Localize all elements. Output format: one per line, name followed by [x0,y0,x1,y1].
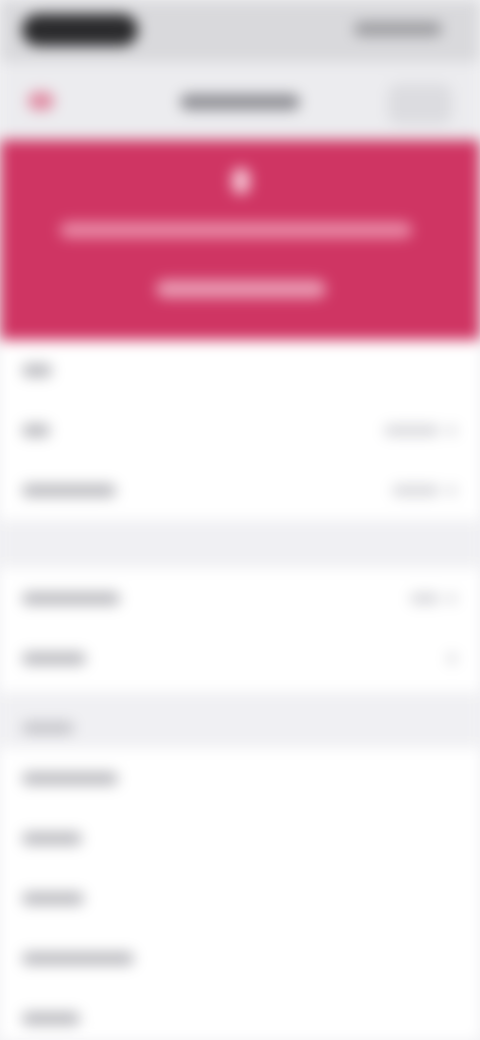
list-item[interactable] [0,340,480,400]
list-item[interactable] [0,928,480,988]
chevron-left-icon[interactable] [28,92,54,110]
settings-group-2 [0,568,480,692]
row-label [22,652,86,665]
status-indicators [354,22,442,36]
list-item[interactable] [0,748,480,808]
page-title [180,94,300,110]
group-separator [0,692,480,748]
list-item[interactable] [0,460,480,520]
list-item[interactable] [0,400,480,460]
row-value [384,425,440,436]
row-label [22,592,120,605]
navigation-bar [0,62,480,140]
chevron-right-icon [448,653,456,664]
list-item[interactable] [0,808,480,868]
blurred-content [0,0,480,1040]
row-label [22,832,82,845]
banner-link-button[interactable] [156,280,326,298]
row-value [410,593,440,604]
list-item[interactable] [0,988,480,1040]
settings-group-1 [0,340,480,520]
section-header [22,722,74,734]
row-label [22,952,134,965]
list-item[interactable] [0,568,480,628]
status-bar [0,0,480,62]
chevron-right-icon [448,425,456,436]
row-label [22,364,52,377]
status-time [22,14,138,46]
row-label [22,484,116,497]
row-label [22,772,118,785]
settings-group-3 [0,748,480,1040]
alert-banner [0,140,480,340]
row-value [392,485,440,496]
row-label [22,1012,80,1025]
row-label [22,424,50,437]
nav-action-button[interactable] [388,84,452,124]
list-item[interactable] [0,628,480,688]
chevron-right-icon [448,593,456,604]
info-icon [232,168,250,194]
chevron-right-icon [448,485,456,496]
row-label [22,892,84,905]
settings-screen [0,0,480,1040]
group-separator [0,520,480,568]
list-item[interactable] [0,868,480,928]
banner-message [60,222,412,238]
